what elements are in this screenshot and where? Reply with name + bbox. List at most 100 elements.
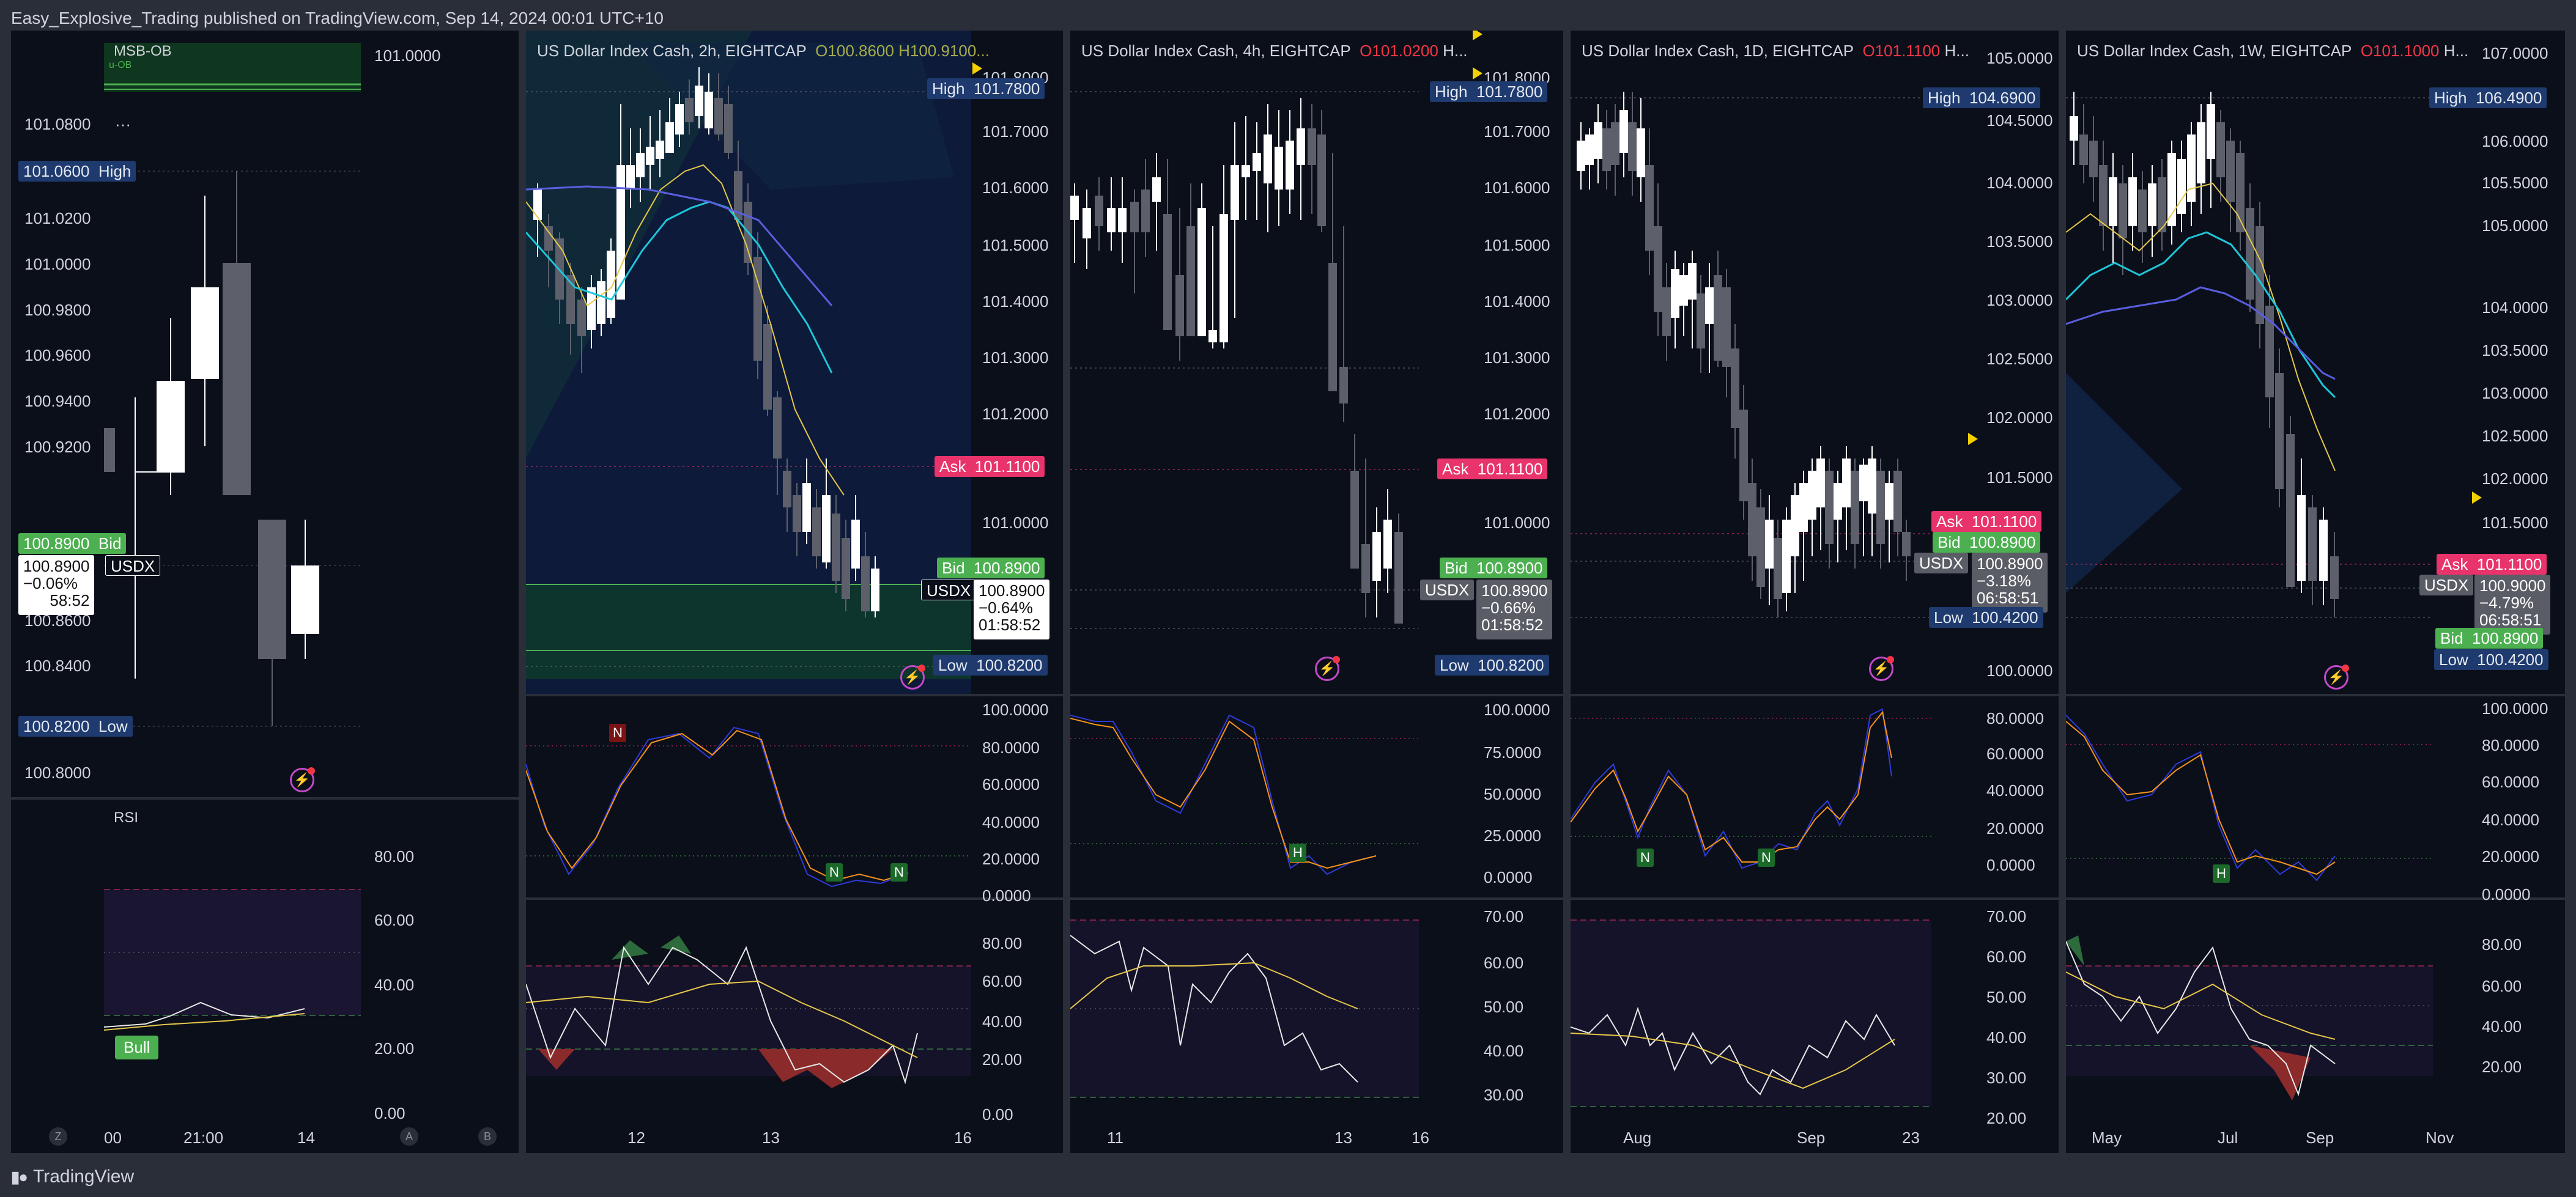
p2-stoch-5: 0.0000	[982, 886, 1031, 905]
p4-n-label-1: N	[1637, 849, 1654, 867]
candle-body	[783, 471, 791, 507]
candle-body	[1317, 134, 1326, 226]
p5-price-7: 102.5000	[2482, 427, 2548, 445]
p3-lightning-icon[interactable]: ⚡	[1315, 656, 1340, 681]
candle-body	[1141, 190, 1150, 232]
candle-body	[1619, 110, 1628, 153]
p4-bid-tag: Bid 100.8900	[1933, 532, 2041, 553]
p3-rsi-3: 40.00	[1484, 1042, 1524, 1060]
candle-body	[1297, 128, 1305, 165]
candle-body	[1308, 128, 1316, 165]
candle-body	[1594, 122, 1602, 159]
candle-body	[1662, 287, 1671, 336]
chart-pane-5[interactable]: US Dollar Index Cash, 1W, EIGHTCAP O101.…	[2066, 31, 2565, 1153]
p5-stoch-0: 100.0000	[2482, 699, 2548, 718]
p3-arrow-icon-2	[1473, 67, 1482, 79]
candle-body	[1231, 165, 1239, 220]
p3-price-2: 101.6000	[1484, 179, 1550, 197]
p4-time-0: Aug	[1623, 1129, 1652, 1147]
p4-rsi-2: 50.00	[1986, 988, 2027, 1006]
p3-rsi-2: 50.00	[1484, 998, 1524, 1016]
chart-pane-1[interactable]: MSB-OB u-OB 101.0000 ··· 101.0800101.040…	[11, 31, 519, 1153]
p2-stoch-1: 80.0000	[982, 738, 1040, 757]
candle-body	[1893, 471, 1902, 532]
msb-ob-label: MSB-OB	[114, 43, 172, 59]
candle-body	[2275, 373, 2284, 489]
candle-body	[1070, 196, 1079, 220]
candle-body	[2197, 122, 2205, 183]
p5-low-tag: Low 100.4200	[2434, 649, 2548, 670]
candle-body	[1868, 459, 1876, 514]
candle-body	[2177, 159, 2186, 214]
p3-ask-tag: Ask 101.1100	[1437, 459, 1548, 479]
p1-price-3: 101.0000	[24, 255, 91, 273]
candle-body	[1688, 263, 1697, 300]
p1-time-1: 21:00	[183, 1129, 224, 1147]
candle-body	[2256, 226, 2264, 324]
p4-price-1: 104.5000	[1986, 111, 2053, 130]
p5-price-3: 105.0000	[2482, 216, 2548, 235]
z-button[interactable]: Z	[49, 1127, 67, 1146]
p1-price-11: 100.8000	[24, 764, 91, 782]
p2-price-2: 101.6000	[982, 179, 1049, 197]
p1-more-icon[interactable]: ···	[115, 115, 131, 134]
candle-body	[705, 92, 713, 128]
p1-rsi-0: 80.00	[374, 847, 415, 866]
p3-usdx-tag: 100.8900 −0.66% 01:58:52	[1476, 580, 1553, 639]
p2-title: US Dollar Index Cash, 2h, EIGHTCAP O100.…	[537, 42, 990, 60]
candle-body	[1186, 226, 1195, 336]
p1-rsi-3: 20.00	[374, 1039, 415, 1058]
p4-n-label-2: N	[1758, 849, 1775, 867]
p5-price-5: 103.5000	[2482, 341, 2548, 359]
rsi-label: RSI	[114, 809, 139, 826]
p4-price-6: 102.0000	[1986, 408, 2053, 427]
p5-stoch-2: 60.0000	[2482, 773, 2539, 791]
b-button[interactable]: B	[478, 1127, 497, 1146]
candle-body	[1611, 122, 1619, 165]
p5-title: US Dollar Index Cash, 1W, EIGHTCAP O101.…	[2077, 42, 2469, 60]
candle-body	[2226, 141, 2235, 202]
p4-price-8: 100.0000	[1986, 661, 2053, 680]
p5-lightning-icon[interactable]: ⚡	[2324, 665, 2349, 690]
p3-stoch-3: 25.0000	[1484, 827, 1541, 845]
p4-lightning-icon[interactable]: ⚡	[1869, 656, 1894, 681]
chart-pane-2[interactable]: US Dollar Index Cash, 2h, EIGHTCAP O100.…	[526, 31, 1063, 1153]
p5-price-9: 101.5000	[2482, 514, 2548, 532]
p2-low-tag: Low 100.8200	[933, 655, 1048, 676]
p2-n-label-3: N	[890, 863, 908, 882]
p5-high-tag: High 106.4900	[2429, 87, 2547, 108]
p5-usdx-label: USDX	[2419, 575, 2474, 595]
bull-badge: Bull	[115, 1036, 159, 1059]
p4-time-1: Sep	[1797, 1129, 1826, 1147]
u-ob-label: u-OB	[109, 60, 132, 70]
p2-lightning-icon[interactable]: ⚡	[900, 665, 925, 690]
chart-pane-3[interactable]: US Dollar Index Cash, 4h, EIGHTCAP O101.…	[1070, 31, 1563, 1153]
p2-stoch-0: 100.0000	[982, 701, 1049, 719]
p3-low-tag: Low 100.8200	[1435, 655, 1549, 676]
candle-body	[1765, 520, 1774, 569]
p5-rsi-1: 60.00	[2482, 977, 2522, 995]
p3-price-7: 101.0000	[1484, 514, 1550, 532]
candle-body	[1774, 538, 1782, 599]
p3-price-4: 101.4000	[1484, 292, 1550, 311]
p2-bid-tag: Bid 100.8900	[937, 558, 1045, 578]
p1-price-0: 101.0800	[24, 115, 91, 133]
p5-price-6: 103.0000	[2482, 384, 2548, 402]
p1-price-2: 101.0200	[24, 209, 91, 227]
candle-body	[1275, 147, 1283, 190]
p4-stoch-0: 80.0000	[1986, 709, 2044, 727]
candle-body	[2138, 190, 2147, 232]
p4-usdx-tag: 100.8900 −3.18% 06:58:51	[1972, 553, 2048, 613]
chart-pane-4[interactable]: US Dollar Index Cash, 1D, EIGHTCAP O101.…	[1571, 31, 2059, 1153]
a-button[interactable]: A	[400, 1127, 418, 1146]
candle-body	[1816, 459, 1825, 507]
candle-body	[822, 495, 831, 562]
candle-body	[1876, 471, 1885, 544]
lightning-icon[interactable]: ⚡	[290, 767, 315, 792]
candle-body	[2297, 495, 2306, 581]
p4-stoch-1: 60.0000	[1986, 745, 2044, 763]
candle-body	[665, 122, 674, 153]
candle-body	[1705, 287, 1714, 324]
p3-price-1: 101.7000	[1484, 122, 1550, 141]
p1-time-0: 00	[104, 1129, 122, 1147]
